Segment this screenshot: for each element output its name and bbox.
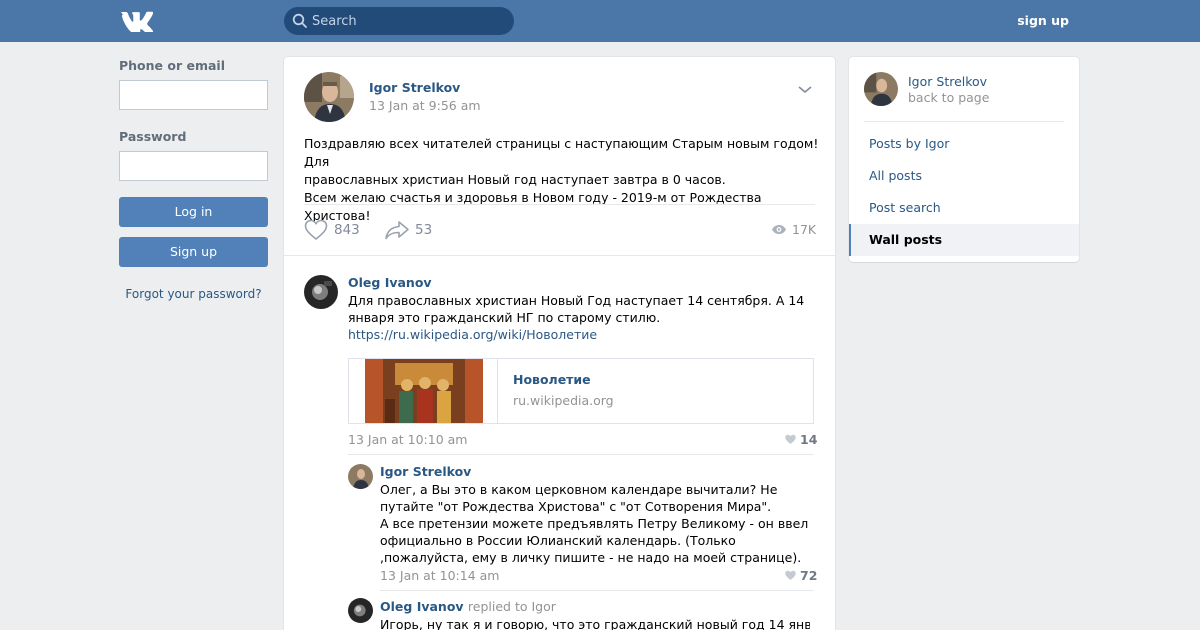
comment-text: Игорь, ну так я и говорю, что это гражда… — [380, 617, 810, 630]
divider — [284, 255, 835, 256]
sidebar-item-all-posts[interactable]: All posts — [849, 160, 1079, 192]
snippet-title[interactable]: Новолетие — [513, 372, 591, 387]
vk-logo-icon[interactable] — [119, 10, 155, 35]
comment-date[interactable]: 13 Jan at 10:10 am — [348, 432, 468, 447]
search-icon — [292, 13, 308, 29]
post-text-line: православных христиан Новый год наступае… — [304, 172, 726, 187]
sidebar-item-post-search[interactable]: Post search — [849, 192, 1079, 224]
commenter-avatar[interactable] — [304, 275, 338, 309]
like-count: 843 — [334, 222, 360, 238]
post-date[interactable]: 13 Jan at 9:56 am — [369, 98, 481, 113]
comment-author[interactable]: Oleg Ivanov — [348, 275, 432, 290]
comment-date[interactable]: 13 Jan at 10:14 am — [380, 568, 500, 583]
comment-link[interactable]: https://ru.wikipedia.org/wiki/Новолетие — [348, 327, 597, 342]
post-text-line: Поздравляю всех читателей страницы с нас… — [304, 136, 819, 169]
comment-text: Олег, а Вы это в каком церковном календа… — [380, 481, 810, 566]
signup-link[interactable]: sign up — [1017, 13, 1069, 28]
wall-post: Igor Strelkov 13 Jan at 9:56 am Поздравл… — [284, 57, 835, 630]
commenter-avatar[interactable] — [348, 464, 373, 489]
comment-author-line: Oleg Ivanov replied to Igor — [380, 599, 556, 614]
comment-paragraph: Олег, а Вы это в каком церковном календа… — [380, 482, 778, 514]
sidebar-item-posts-by-igor[interactable]: Posts by Igor — [849, 128, 1079, 160]
snippet-domain: ru.wikipedia.org — [513, 393, 614, 408]
heart-icon — [785, 570, 796, 580]
snippet-divider — [497, 359, 498, 423]
phone-email-input[interactable] — [119, 80, 268, 110]
comment-paragraph: А все претензии можете предъявлять Петру… — [380, 516, 809, 565]
comment-text-body: Для православных христиан Новый Год наст… — [348, 293, 805, 325]
share-icon — [385, 221, 409, 240]
post-text-line: Всем желаю счастья и здоровья в Новом го… — [304, 190, 762, 223]
comment-author[interactable]: Igor Strelkov — [380, 464, 471, 479]
post-author[interactable]: Igor Strelkov — [369, 80, 460, 95]
phone-email-label: Phone or email — [119, 58, 225, 73]
comment-author[interactable]: Oleg Ivanov — [380, 599, 464, 614]
password-label: Password — [119, 129, 187, 144]
owner-name[interactable]: Igor Strelkov — [908, 74, 987, 89]
owner-avatar[interactable] — [864, 72, 898, 106]
heart-icon — [304, 219, 328, 241]
commenter-avatar[interactable] — [348, 598, 373, 623]
divider — [864, 121, 1064, 122]
comment-text: Для православных христиан Новый Год наст… — [348, 292, 818, 343]
right-sidebar: Igor Strelkov back to page Posts by Igor… — [849, 57, 1079, 262]
comment-like-count: 14 — [800, 432, 818, 447]
sidebar-item-wall-posts[interactable]: Wall posts — [849, 224, 1079, 256]
author-avatar[interactable] — [304, 72, 354, 122]
divider — [304, 204, 815, 205]
eye-icon — [772, 225, 786, 234]
chevron-down-icon[interactable] — [797, 84, 813, 94]
back-to-page-link[interactable]: back to page — [908, 90, 989, 105]
post-text: Поздравляю всех читателей страницы с нас… — [304, 135, 819, 225]
snippet-thumbnail — [365, 359, 483, 423]
login-button[interactable]: Log in — [119, 197, 268, 227]
search-box[interactable] — [284, 7, 514, 35]
heart-icon — [785, 434, 796, 444]
search-input[interactable] — [312, 7, 508, 35]
login-form: Phone or email Password Log in Sign up F… — [119, 58, 268, 301]
link-snippet[interactable]: Новолетие ru.wikipedia.org — [348, 358, 814, 424]
comment-like-count: 72 — [800, 568, 818, 583]
share-count: 53 — [415, 222, 433, 238]
password-input[interactable] — [119, 151, 268, 181]
views-count: 17K — [792, 222, 817, 237]
forgot-password-link[interactable]: Forgot your password? — [119, 287, 268, 301]
top-bar: sign up — [0, 0, 1200, 42]
divider — [348, 454, 814, 455]
divider — [380, 590, 814, 591]
replied-to[interactable]: replied to Igor — [468, 599, 556, 614]
signup-button[interactable]: Sign up — [119, 237, 268, 267]
